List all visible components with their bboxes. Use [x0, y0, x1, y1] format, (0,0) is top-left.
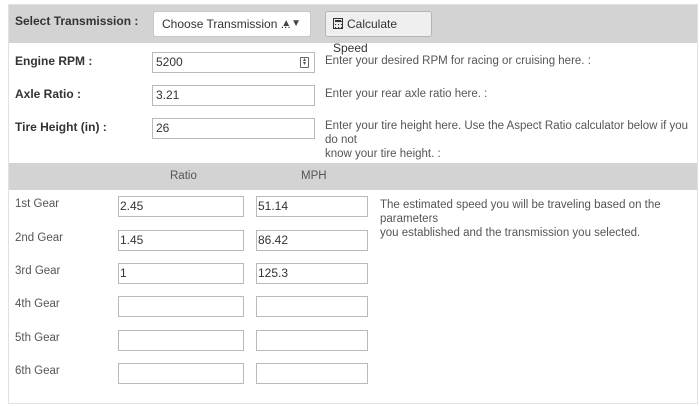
tire-height-help-line1: Enter your tire height here. Use the Asp… [325, 120, 689, 146]
gear-mph-output[interactable] [256, 330, 368, 351]
gear-mph-output[interactable] [256, 296, 368, 317]
gear-label: 6th Gear [15, 365, 60, 377]
transmission-select-value: Choose Transmission ... [162, 17, 291, 31]
gear-help-line1: The estimated speed you will be travelin… [380, 199, 661, 225]
gear-mph-value: 86.42 [258, 233, 289, 247]
gear-ratio-value: 2.45 [120, 199, 144, 213]
gear-ratio-value: 1.45 [120, 233, 144, 247]
axle-ratio-value: 3.21 [156, 88, 180, 102]
tire-height-input[interactable]: 26 [152, 118, 315, 139]
gear-mph-value: 51.14 [258, 199, 289, 213]
select-arrows-icon: ▲▼ [281, 18, 301, 29]
gear-ratio-input[interactable]: 2.45 [118, 196, 244, 217]
calculator-icon [333, 18, 343, 29]
gear-mph-value: 125.3 [258, 266, 289, 280]
axle-ratio-help: Enter your rear axle ratio here. : [325, 88, 488, 100]
axle-ratio-label: Axle Ratio : [15, 87, 82, 101]
transmission-select[interactable]: Choose Transmission ... ▲▼ [153, 11, 311, 37]
gear-label: 1st Gear [15, 198, 60, 210]
tire-height-value: 26 [156, 121, 170, 135]
gear-ratio-input[interactable] [118, 330, 244, 351]
gear-ratio-input[interactable]: 1 [118, 263, 244, 284]
gear-ratio-input[interactable]: 1.45 [118, 230, 244, 251]
gear-label: 5th Gear [15, 332, 60, 344]
ratio-column-header: Ratio [170, 170, 197, 182]
engine-rpm-label: Engine RPM : [15, 54, 93, 68]
tire-height-label: Tire Height (in) : [15, 120, 107, 134]
mph-column-header: MPH [301, 170, 327, 182]
gear-mph-output[interactable] [256, 363, 368, 384]
gear-mph-output[interactable]: 125.3 [256, 263, 368, 284]
gear-help: The estimated speed you will be travelin… [380, 198, 697, 240]
engine-rpm-help: Enter your desired RPM for racing or cru… [325, 55, 591, 67]
speed-calculator-panel: Select Transmission : Choose Transmissio… [8, 4, 698, 404]
gear-ratio-value: 1 [120, 266, 127, 280]
engine-rpm-value: 5200 [156, 55, 183, 69]
tire-height-help-line2: know your tire height. : [325, 148, 441, 160]
gear-label: 4th Gear [15, 298, 60, 310]
transmission-bar: Select Transmission : Choose Transmissio… [9, 5, 697, 55]
axle-ratio-input[interactable]: 3.21 [152, 85, 315, 106]
gear-mph-output[interactable]: 86.42 [256, 230, 368, 251]
gear-ratio-input[interactable] [118, 363, 244, 384]
gear-label: 2nd Gear [15, 232, 63, 244]
gear-ratio-input[interactable] [118, 296, 244, 317]
gear-label: 3rd Gear [15, 265, 61, 277]
tire-height-help: Enter your tire height here. Use the Asp… [325, 119, 697, 161]
calculate-speed-button[interactable]: Calculate Speed [325, 11, 432, 55]
stepper-icon[interactable]: ▴ ▾ [300, 57, 309, 68]
gear-mph-output[interactable]: 51.14 [256, 196, 368, 217]
gear-table-header: Ratio MPH [9, 163, 697, 190]
transmission-label: Select Transmission : [15, 14, 139, 28]
gear-help-line2: you established and the transmission you… [380, 227, 641, 239]
engine-rpm-input[interactable]: 5200 ▴ ▾ [152, 52, 315, 73]
